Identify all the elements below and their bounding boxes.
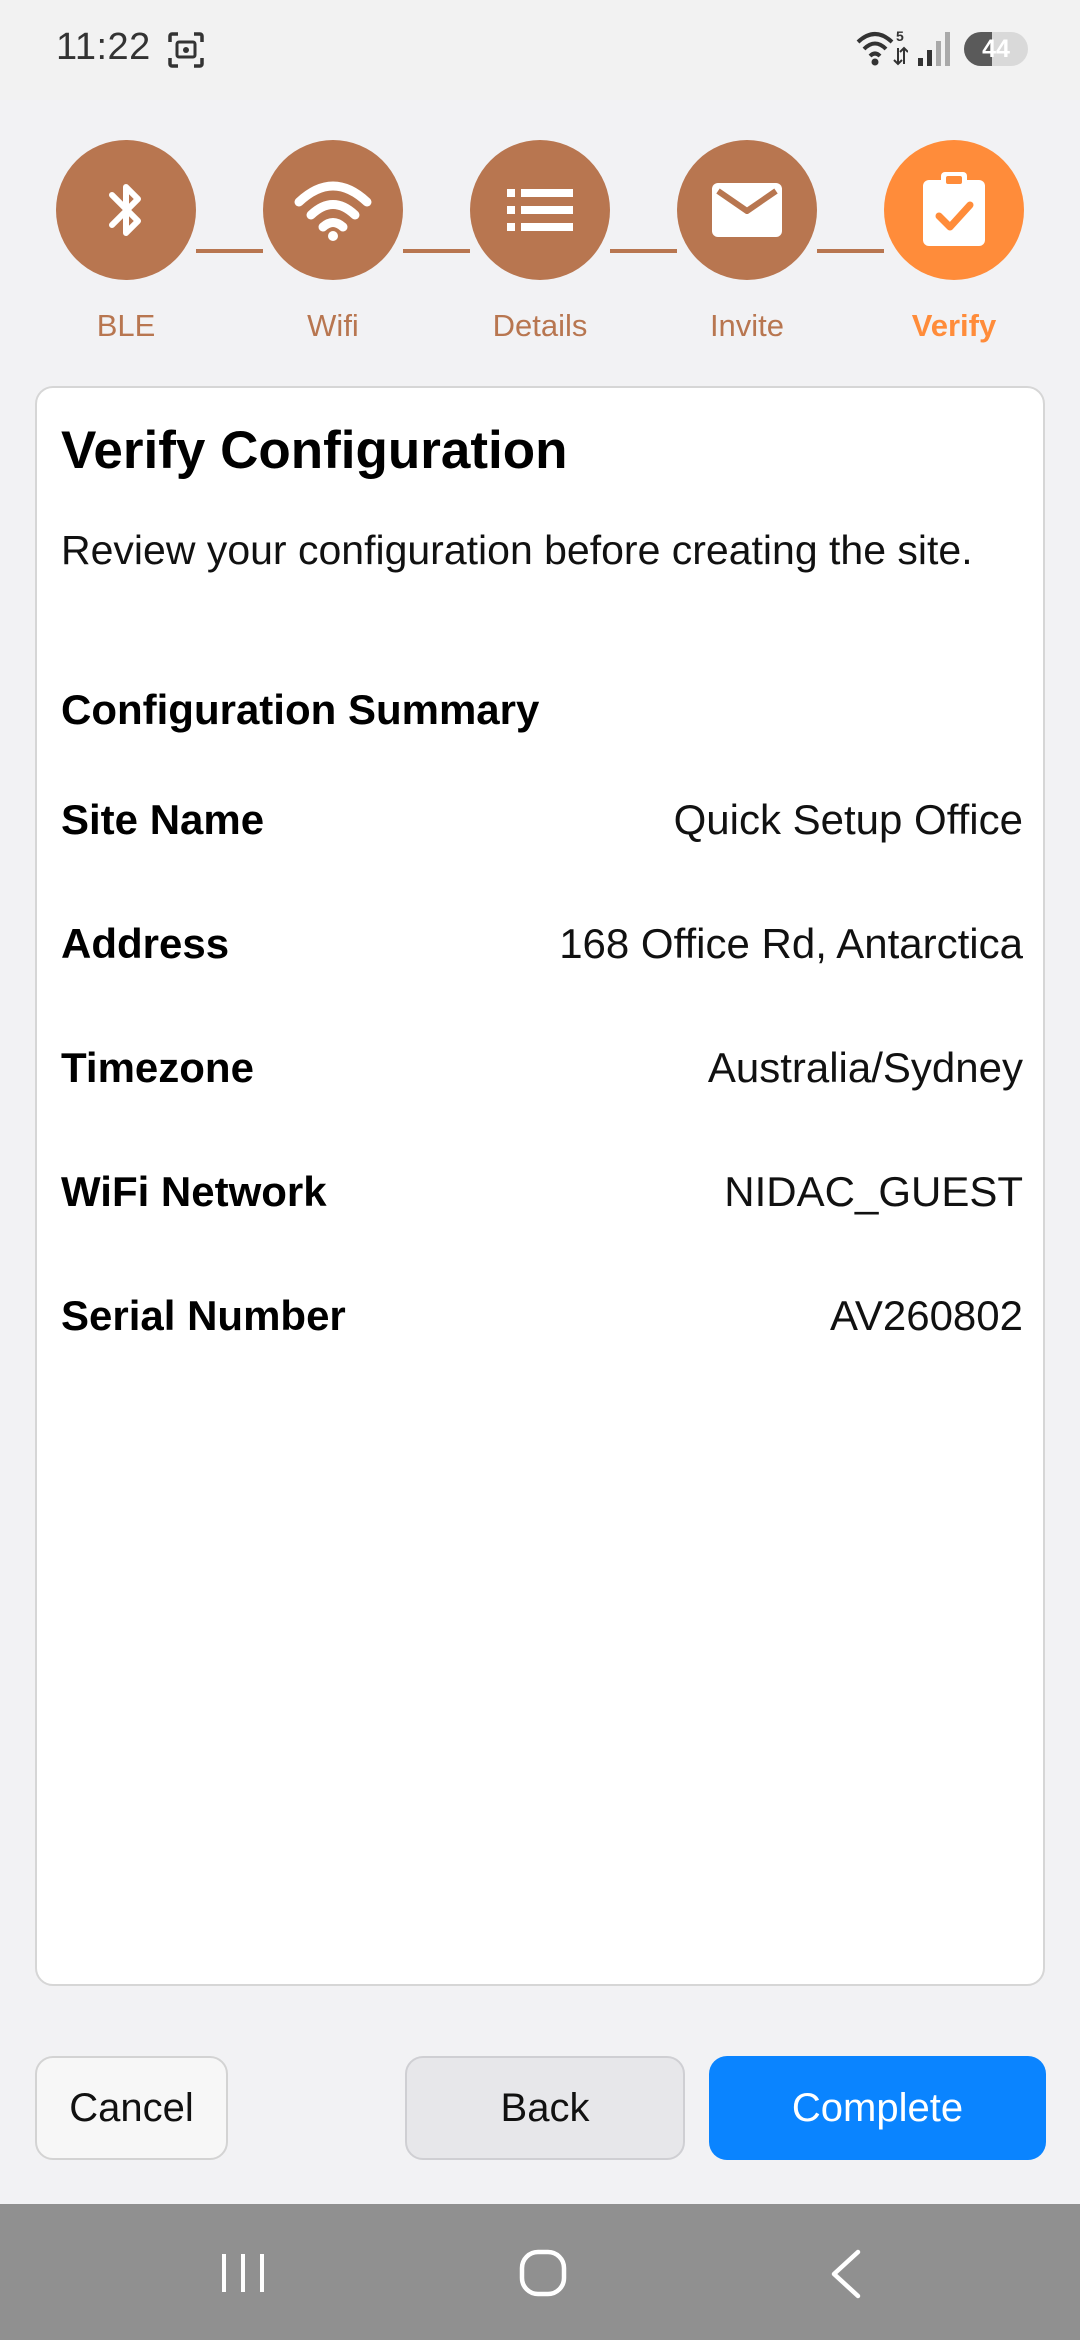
step-details-circle <box>470 140 610 280</box>
step-wifi[interactable]: Wifi <box>263 140 403 350</box>
summary-row-timezone: Timezone Australia/Sydney <box>61 1038 1023 1098</box>
step-verify[interactable]: Verify <box>884 140 1024 350</box>
summary-label: Timezone <box>61 1044 254 1091</box>
summary-label: WiFi Network <box>61 1168 327 1215</box>
step-invite-circle <box>677 140 817 280</box>
step-connector <box>196 249 263 253</box>
summary-row-site-name: Site Name Quick Setup Office <box>61 790 1023 850</box>
back-button[interactable]: Back <box>405 2056 685 2160</box>
envelope-icon <box>712 183 782 237</box>
setup-stepper: BLE Wifi Details Invite Verify <box>0 140 1080 360</box>
summary-label: Serial Number <box>61 1292 346 1339</box>
summary-heading: Configuration Summary <box>61 686 540 733</box>
status-time: 11:22 <box>56 26 151 68</box>
wifi-status-icon: 5 <box>856 28 908 66</box>
list-icon <box>507 189 573 231</box>
step-invite[interactable]: Invite <box>677 140 817 350</box>
step-connector <box>403 249 470 253</box>
screenshot-icon <box>168 32 204 68</box>
summary-value: AV260802 <box>829 1292 1023 1339</box>
step-details-label: Details <box>492 308 588 343</box>
step-ble-label: BLE <box>96 308 156 343</box>
navigation-bar <box>0 2204 1080 2340</box>
battery-indicator: 44 <box>964 32 1028 66</box>
step-invite-label: Invite <box>709 308 785 343</box>
status-bar: 11:22 5 44 <box>0 0 1080 100</box>
step-wifi-circle <box>263 140 403 280</box>
wifi-badge: 5 <box>896 28 904 44</box>
recent-apps-icon[interactable] <box>218 2252 268 2294</box>
wifi-icon <box>294 181 372 241</box>
summary-value: NIDAC_GUEST <box>724 1168 1023 1215</box>
card-description: Review your configuration before creatin… <box>61 527 973 573</box>
bluetooth-icon <box>109 184 141 236</box>
cancel-button[interactable]: Cancel <box>35 2056 228 2160</box>
summary-row-wifi-network: WiFi Network NIDAC_GUEST <box>61 1162 1023 1222</box>
summary-label: Site Name <box>61 796 265 843</box>
step-verify-circle <box>884 140 1024 280</box>
verify-card: Verify Configuration Review your configu… <box>35 386 1045 1986</box>
step-details[interactable]: Details <box>470 140 610 350</box>
clipboard-check-icon <box>923 172 985 246</box>
summary-row-serial-number: Serial Number AV260802 <box>61 1286 1023 1346</box>
summary-value: 168 Office Rd, Antarctica <box>559 920 1023 967</box>
summary-row-address: Address 168 Office Rd, Antarctica <box>61 914 1023 974</box>
step-ble[interactable]: BLE <box>56 140 196 350</box>
page-title: Verify Configuration <box>61 421 568 480</box>
step-connector <box>610 249 677 253</box>
summary-value: Australia/Sydney <box>707 1044 1023 1091</box>
home-icon[interactable] <box>518 2248 568 2298</box>
step-verify-label: Verify <box>911 308 997 343</box>
step-ble-circle <box>56 140 196 280</box>
battery-level: 44 <box>982 35 1010 63</box>
signal-icon <box>918 32 950 66</box>
complete-button[interactable]: Complete <box>709 2056 1046 2160</box>
summary-label: Address <box>61 920 230 967</box>
back-nav-icon[interactable] <box>826 2248 866 2300</box>
step-wifi-label: Wifi <box>307 308 359 343</box>
summary-value: Quick Setup Office <box>673 796 1023 843</box>
step-connector <box>817 249 884 253</box>
